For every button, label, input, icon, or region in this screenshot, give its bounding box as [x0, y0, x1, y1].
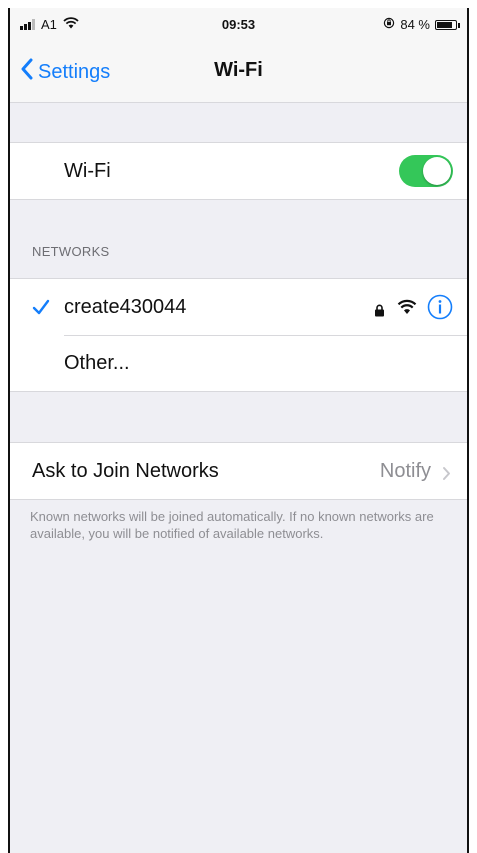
chevron-right-icon: [442, 464, 451, 487]
orientation-lock-icon: [383, 17, 395, 32]
wifi-signal-icon: [397, 298, 417, 321]
phone-screen: A1 09:53 84 % Settings Wi-Fi Wi-Fi NETWO…: [8, 8, 469, 853]
other-network-label: Other...: [64, 351, 130, 374]
ask-to-join-label: Ask to Join Networks: [32, 459, 219, 482]
wifi-toggle-row: Wi-Fi: [10, 143, 467, 199]
info-icon[interactable]: [427, 294, 453, 326]
network-name: create430044: [64, 295, 187, 318]
page-title: Wi-Fi: [214, 59, 263, 81]
lock-icon: [374, 300, 385, 323]
toggle-knob: [423, 157, 451, 185]
battery-percent: 84 %: [400, 17, 430, 32]
network-row-connected[interactable]: create430044: [10, 279, 467, 335]
row-divider: [64, 335, 467, 336]
ask-to-join-footnote: Known networks will be joined automatica…: [30, 509, 434, 541]
ask-to-join-group: Ask to Join Networks Notify: [10, 442, 467, 500]
ask-to-join-row[interactable]: Ask to Join Networks Notify: [10, 443, 467, 499]
wifi-toggle-label: Wi-Fi: [64, 159, 111, 182]
network-row-other[interactable]: Other...: [10, 335, 467, 391]
status-right: 84 %: [383, 17, 460, 32]
status-bar: A1 09:53 84 %: [10, 8, 467, 42]
wifi-toggle-group: Wi-Fi: [10, 142, 467, 200]
checkmark-icon: [32, 298, 50, 321]
ask-to-join-value: Notify: [379, 459, 431, 482]
networks-group: create430044 Other...: [10, 278, 467, 392]
navigation-bar: Settings Wi-Fi: [10, 42, 467, 103]
networks-section-header: NETWORKS: [32, 244, 110, 259]
wifi-toggle[interactable]: [399, 155, 453, 187]
battery-icon: [435, 19, 460, 30]
